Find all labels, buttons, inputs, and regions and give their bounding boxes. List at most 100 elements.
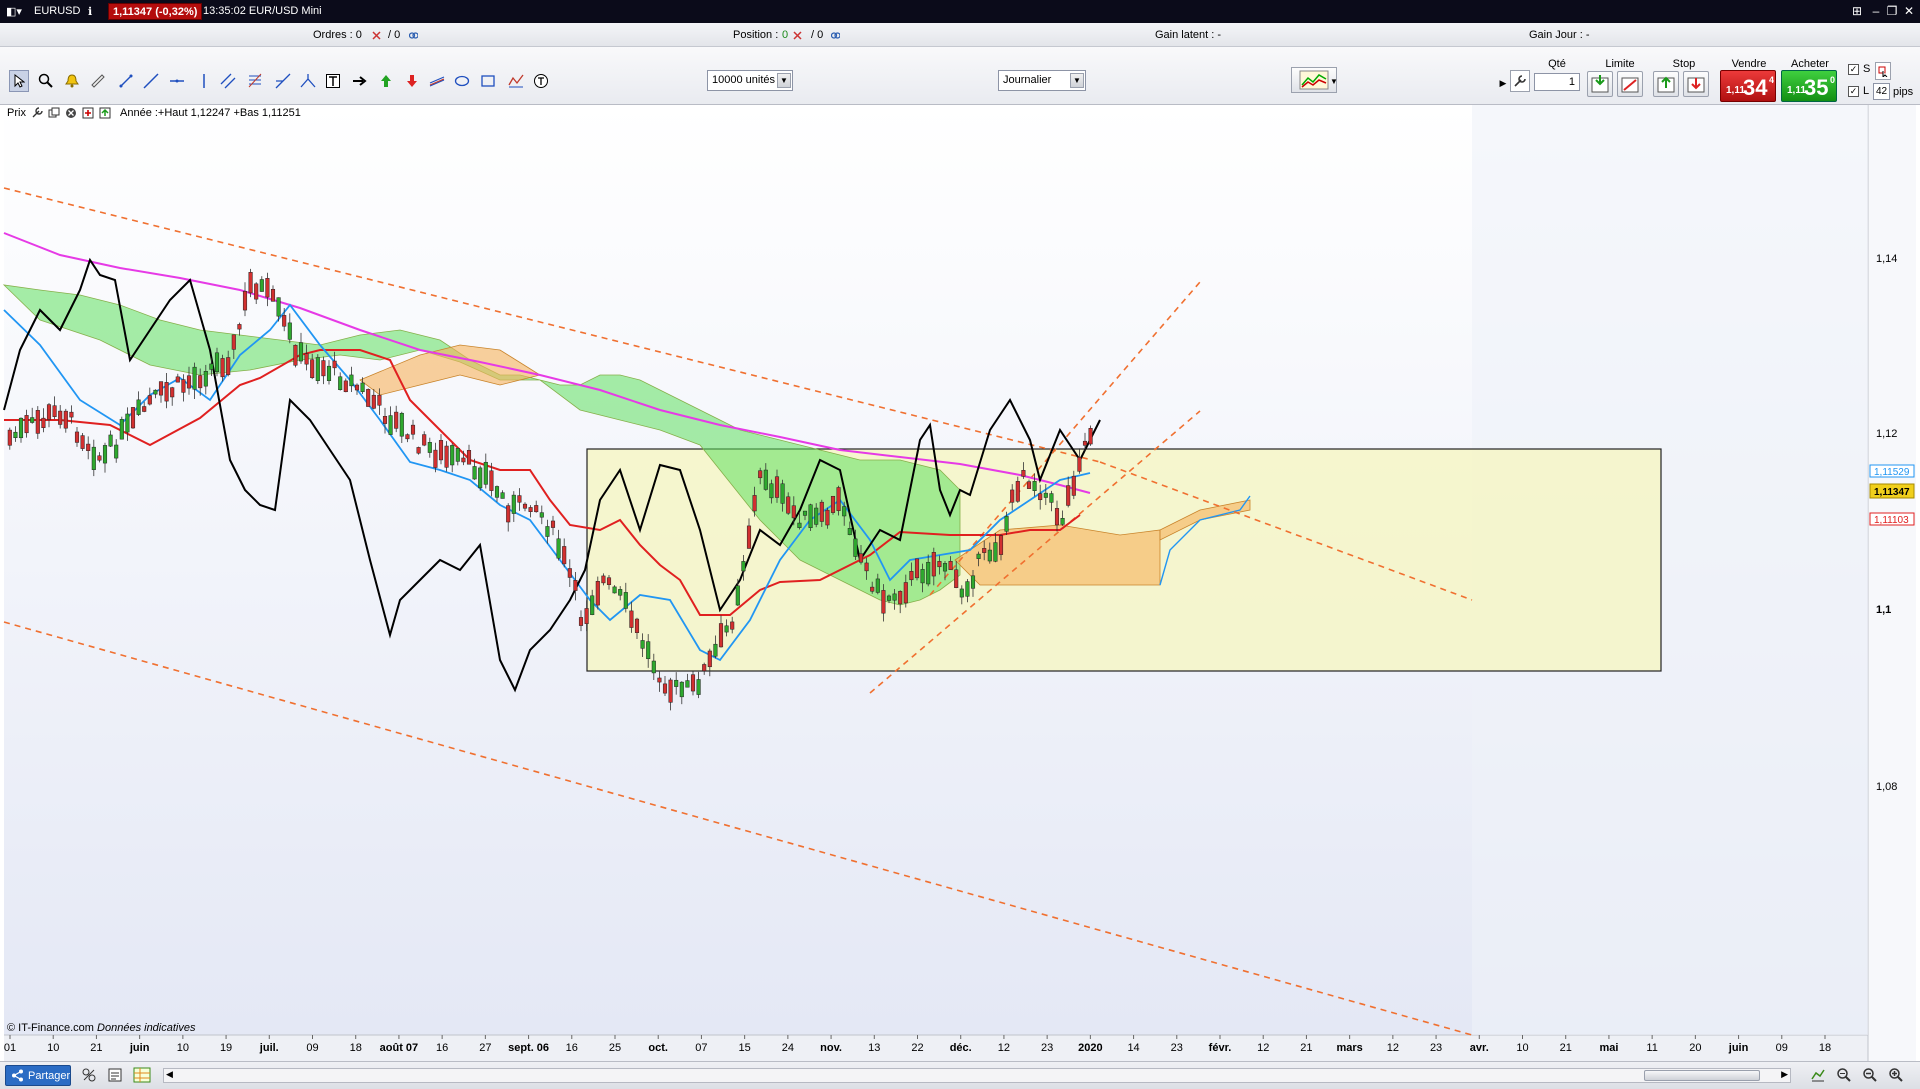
print-icon[interactable] [107, 1067, 123, 1086]
candle-up [970, 575, 976, 589]
candle-down [405, 434, 410, 440]
candle-up [713, 643, 718, 657]
candle-down [595, 581, 600, 606]
x-tick-label: 12 [1387, 1042, 1399, 1054]
autoscale-icon[interactable] [1810, 1067, 1826, 1086]
share-button[interactable]: Partager [5, 1065, 71, 1086]
candle-up [539, 512, 544, 518]
candle-down [242, 291, 248, 311]
candle-up [203, 371, 208, 387]
candle-up [724, 625, 729, 633]
x-tick-label: août 07 [380, 1042, 419, 1054]
candle-up [259, 279, 264, 292]
candle-up [892, 593, 897, 601]
candle-down [293, 344, 298, 366]
x-tick-label: 23 [1041, 1042, 1053, 1054]
candle-up [326, 365, 332, 381]
x-tick-label: 16 [436, 1042, 448, 1054]
y-tick-label: 1,12 [1876, 428, 1897, 440]
price-chart[interactable]: 1,14 1,12 1,1 1,08 1,11529 1,11347 1,111… [0, 0, 1920, 1061]
candle-up [976, 553, 981, 559]
candle-down [394, 411, 399, 429]
candle-down [1015, 481, 1020, 502]
expand-up-icon[interactable] [99, 107, 111, 122]
copyright: © IT-Finance.com Données indicatives [7, 1022, 195, 1034]
candle-up [545, 526, 550, 537]
price-label-current: 1,11347 [1874, 487, 1910, 498]
candle-up [993, 542, 998, 562]
candle-up [842, 506, 847, 517]
candle-up [13, 431, 18, 439]
candle-up [315, 357, 320, 381]
candle-down [836, 487, 841, 511]
candle-down [332, 360, 337, 369]
price-label-upper: 1,11529 [1874, 467, 1910, 478]
zoom-fit-icon[interactable] [1836, 1067, 1852, 1086]
x-tick-label: 22 [911, 1042, 923, 1054]
candle-down [97, 455, 102, 461]
x-tick-label: 14 [1127, 1042, 1139, 1054]
candle-down [718, 623, 724, 648]
share-icon [11, 1069, 24, 1085]
candle-up [153, 389, 158, 395]
add-indicator-icon[interactable] [82, 107, 94, 122]
horizontal-scrollbar[interactable]: ◀ ▶ [163, 1068, 1791, 1083]
candle-down [181, 379, 186, 393]
candle-down [662, 683, 668, 694]
x-tick-label: 15 [739, 1042, 751, 1054]
candle-down [702, 664, 707, 672]
candle-down [870, 586, 875, 592]
x-tick-label: oct. [648, 1042, 668, 1054]
candle-down [1026, 481, 1032, 489]
candle-down [791, 505, 796, 519]
x-tick-label: 23 [1430, 1042, 1442, 1054]
candle-down [606, 577, 612, 585]
scroll-left-icon[interactable]: ◀ [166, 1069, 173, 1080]
x-tick-label: 07 [695, 1042, 707, 1054]
candle-down [830, 495, 836, 513]
x-tick-label: 21 [1560, 1042, 1572, 1054]
x-tick-label: 20 [1689, 1042, 1701, 1054]
copyright-source: © IT-Finance.com [7, 1022, 94, 1034]
candle-up [926, 561, 931, 585]
candle-down [931, 552, 936, 577]
candle-down [730, 621, 735, 630]
candle-up [853, 538, 858, 557]
candle-up [472, 466, 477, 480]
candle-down [534, 505, 539, 513]
remove-icon[interactable] [65, 107, 77, 122]
candle-down [147, 395, 152, 405]
copyright-note: Données indicatives [97, 1022, 196, 1034]
candle-up [427, 442, 432, 453]
chart-layout-icon[interactable] [133, 1067, 151, 1086]
candle-down [254, 283, 259, 300]
scale-icon[interactable] [81, 1067, 97, 1086]
x-tick-label: 10 [177, 1042, 189, 1054]
candle-down [282, 315, 287, 327]
candle-up [942, 563, 948, 572]
candle-up [494, 486, 500, 498]
candle-up [965, 581, 970, 597]
candle-up [399, 412, 404, 437]
scroll-right-icon[interactable]: ▶ [1781, 1069, 1788, 1080]
candle-up [741, 561, 746, 572]
candle-up [214, 352, 220, 373]
candle-down [142, 406, 147, 412]
candle-down [998, 535, 1004, 555]
x-tick-label: 18 [350, 1042, 362, 1054]
x-tick-label: 12 [998, 1042, 1010, 1054]
scrollbar-thumb[interactable] [1644, 1070, 1760, 1081]
properties-icon[interactable] [31, 107, 43, 122]
candle-up [1043, 492, 1048, 498]
x-tick-label: 25 [609, 1042, 621, 1054]
candle-up [298, 342, 304, 362]
candle-up [618, 589, 623, 596]
zoom-in-icon[interactable] [1888, 1067, 1904, 1086]
candle-up [125, 413, 130, 433]
duplicate-icon[interactable] [48, 107, 60, 122]
x-tick-label: 23 [1171, 1042, 1183, 1054]
candle-up [450, 445, 455, 466]
zoom-out-icon[interactable] [1862, 1067, 1878, 1086]
candle-down [130, 407, 136, 429]
candle-up [646, 641, 651, 660]
